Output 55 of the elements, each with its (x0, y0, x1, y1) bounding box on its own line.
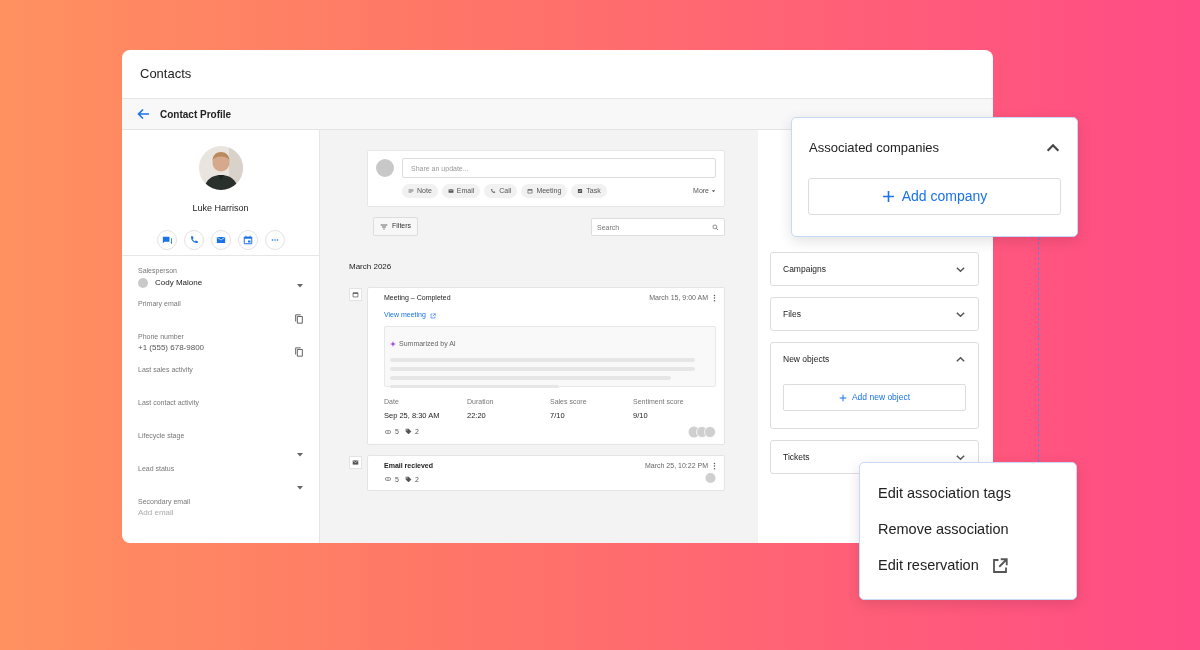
section-header[interactable]: Associated companies (808, 118, 1061, 178)
field-value: +1 (555) 678-9800 (138, 342, 205, 353)
more-options-button[interactable] (713, 294, 716, 303)
tag-icon (404, 428, 412, 436)
copy-icon (294, 313, 304, 325)
phone-icon (188, 234, 199, 245)
avatar-icon (138, 277, 148, 288)
section-header[interactable]: Tickets (783, 441, 966, 473)
kebab-icon (713, 461, 716, 470)
plus-icon (881, 190, 895, 203)
more-options-button[interactable] (713, 461, 716, 470)
link-icon (384, 428, 392, 435)
sparkle-icon (390, 340, 396, 347)
window-title: Contacts (140, 65, 192, 84)
filter-icon (380, 222, 388, 231)
caret-icon (296, 282, 304, 289)
calendar-icon (527, 188, 534, 194)
task-icon (577, 188, 584, 194)
contact-name: Luke Harrison (192, 202, 249, 215)
back-button[interactable] (136, 107, 150, 121)
section-header[interactable]: New objects (783, 343, 966, 375)
message-button[interactable] (156, 229, 177, 250)
calendar-button[interactable] (237, 229, 258, 250)
note-icon (408, 188, 414, 194)
copy-icon (294, 346, 304, 358)
salesperson-select[interactable]: Cody Malone (138, 277, 288, 288)
menu-item[interactable]: Edit association tags (860, 476, 1076, 512)
email-button[interactable] (210, 229, 231, 250)
search-icon (712, 223, 719, 231)
caret-icon (711, 189, 716, 193)
page-title: Contact Profile (160, 107, 232, 122)
phone-icon (490, 188, 497, 194)
add-company-button[interactable]: Add company (808, 178, 1061, 215)
add-object-button[interactable]: Add new object (783, 384, 966, 411)
tag-icon (404, 476, 412, 483)
calendar-icon (242, 234, 253, 245)
email-icon (215, 234, 226, 245)
external-link-icon (429, 312, 436, 319)
month-heading: March 2026 (349, 261, 392, 273)
menu-item[interactable]: Remove association (860, 512, 1076, 548)
plus-icon (838, 393, 847, 402)
participants-drawing (688, 425, 716, 438)
section-header[interactable]: Files (783, 298, 966, 330)
avatar-icon (376, 159, 394, 177)
link-icon (384, 476, 392, 483)
caret-icon (296, 451, 304, 458)
back-arrow-icon (136, 107, 150, 121)
caret-icon (296, 484, 304, 491)
section-header[interactable]: Campaigns (783, 253, 966, 285)
phone-button[interactable] (183, 229, 204, 250)
kebab-icon (713, 294, 716, 303)
menu-item[interactable]: Edit reservation (860, 548, 1076, 584)
email-icon (447, 188, 454, 194)
message-icon (161, 234, 172, 245)
participants-drawing (705, 472, 716, 484)
